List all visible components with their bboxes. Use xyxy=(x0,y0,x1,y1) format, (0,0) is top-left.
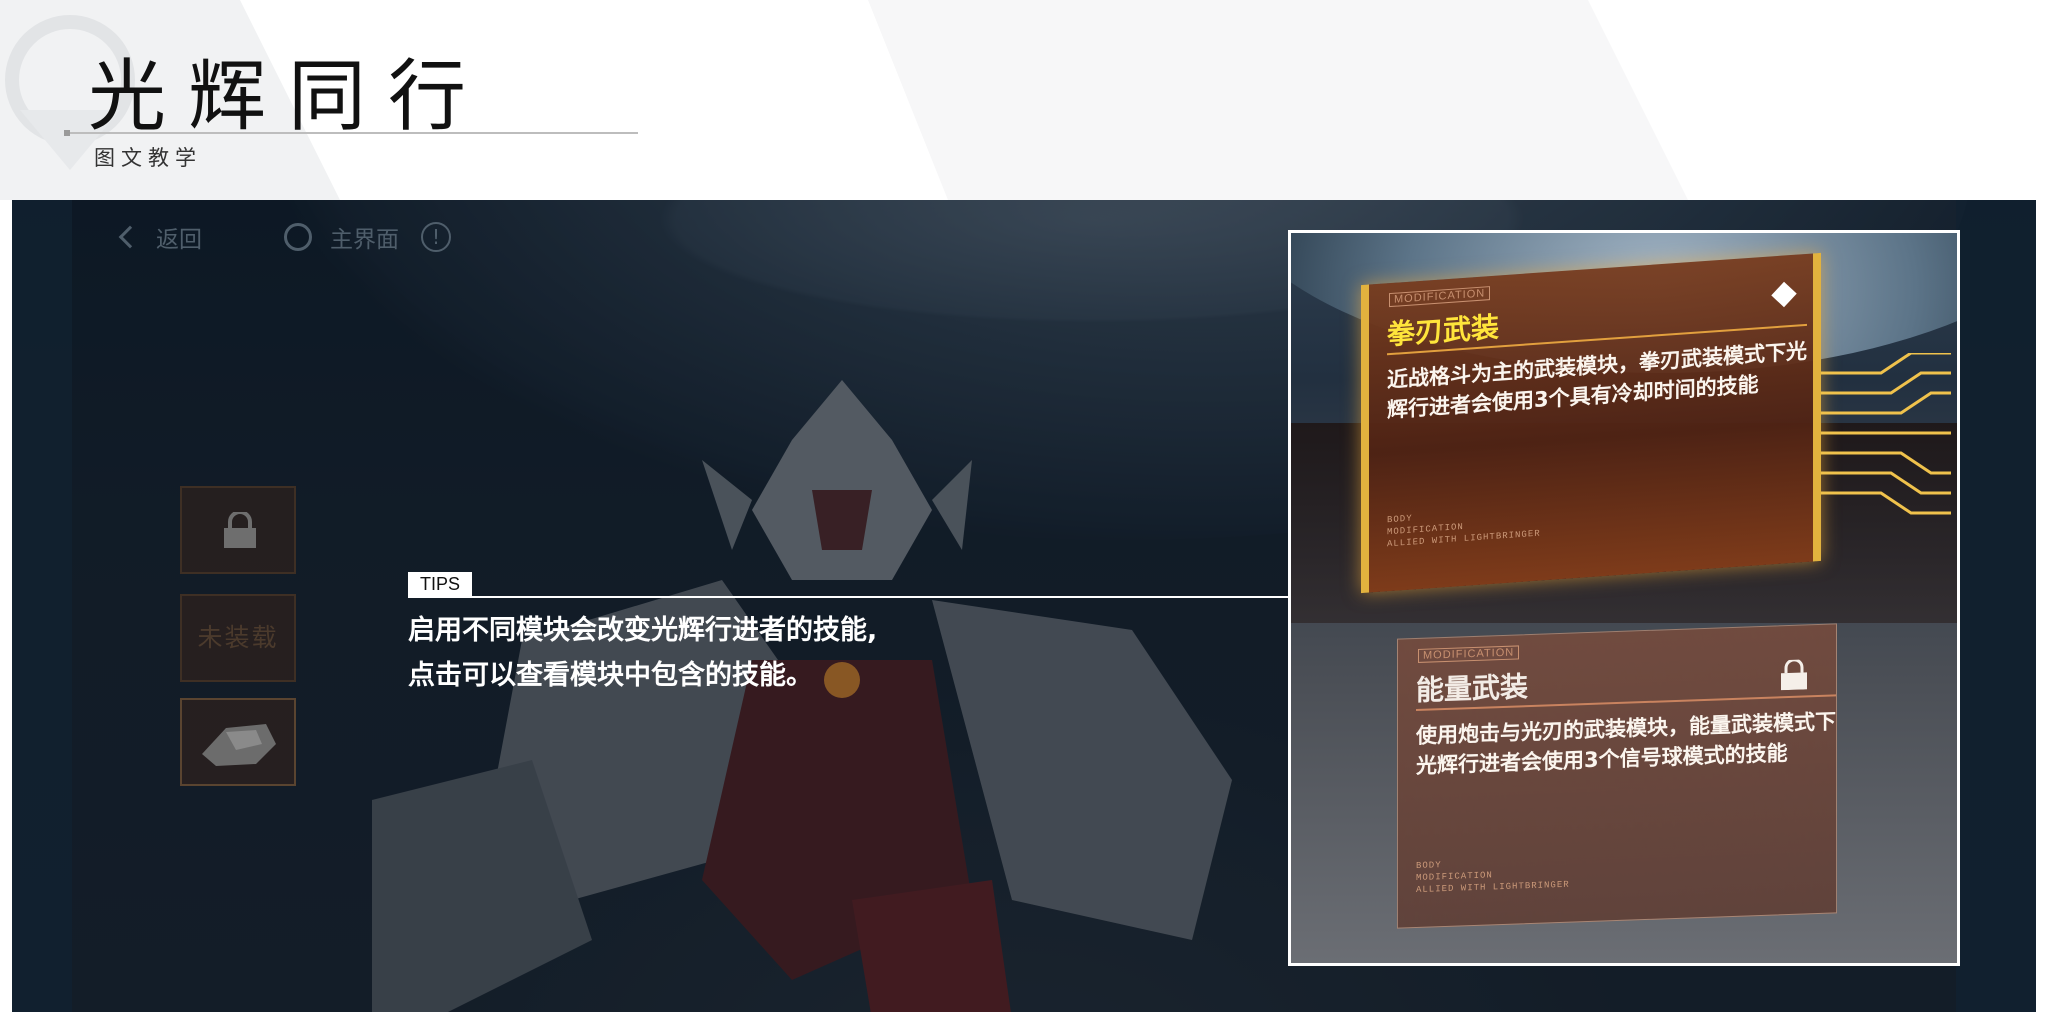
tips-line-2: 点击可以查看模块中包含的技能。 xyxy=(408,660,813,691)
tips-text: 启用不同模块会改变光辉行进者的技能, 点击可以查看模块中包含的技能。 xyxy=(408,608,877,698)
lock-icon xyxy=(1781,659,1807,691)
module-title: 能量武装 xyxy=(1416,670,1529,708)
home-button[interactable]: 主界面 xyxy=(284,220,399,254)
title-divider xyxy=(64,132,638,134)
back-button[interactable]: 返回 xyxy=(118,220,202,254)
module-card-energy[interactable]: MODIFICATION 能量武装 使用炮击与光刃的武装模块，能量武装模式下光辉… xyxy=(1397,623,1837,929)
home-circle-icon xyxy=(284,223,312,251)
module-fine-print-1: BODY xyxy=(1416,860,1442,872)
home-label: 主界面 xyxy=(330,227,399,253)
header-decoration-right xyxy=(868,0,1688,200)
page-title: 光辉同行 xyxy=(88,52,489,142)
highlight-frame: MODIFICATION 拳刃武装 近战格斗为主的武装模块，拳刃武装模式下光辉行… xyxy=(1288,230,1960,966)
circuit-lines xyxy=(1821,353,1951,515)
module-card-fist-blade[interactable]: MODIFICATION 拳刃武装 近战格斗为主的武装模块，拳刃武装模式下光辉行… xyxy=(1361,252,1821,594)
module-slot-equipped[interactable] xyxy=(180,698,296,786)
lock-icon xyxy=(224,512,256,548)
module-slot-empty[interactable]: 未装载 xyxy=(180,594,296,682)
right-edge-shade xyxy=(1956,200,2036,1012)
module-tag: MODIFICATION xyxy=(1389,286,1491,308)
module-slot-locked[interactable] xyxy=(180,486,296,574)
tips-tag: TIPS xyxy=(408,572,473,597)
diamond-icon xyxy=(1771,281,1797,308)
info-icon[interactable]: ! xyxy=(421,222,451,252)
slot-empty-label: 未装载 xyxy=(197,623,279,652)
module-thumbnail-icon xyxy=(202,724,276,766)
game-topbar: 返回 主界面 ! xyxy=(118,220,451,254)
tips-line-1: 启用不同模块会改变光辉行进者的技能, xyxy=(408,615,878,646)
game-screenshot: 返回 主界面 ! 未装载 TIPS 启用不同模块会改变光辉行进者的技能, 点击可… xyxy=(12,200,2036,1012)
title-divider-marker xyxy=(64,130,70,136)
module-description: 使用炮击与光刃的武装模块，能量武装模式下光辉行进者会使用3个信号球模式的技能 xyxy=(1416,709,1836,779)
tips-underline xyxy=(408,596,1300,598)
chevron-left-icon xyxy=(118,225,142,249)
left-edge-shade xyxy=(12,200,72,1012)
module-fine-print-1: BODY xyxy=(1387,513,1413,526)
page-subtitle: 图文教学 xyxy=(94,146,202,170)
tutorial-page: 光辉同行 图文教学 返回 主界面 ! 未装载 TIPS 启用不同模块会改变光辉行… xyxy=(0,0,2048,1024)
module-tag: MODIFICATION xyxy=(1418,645,1520,663)
back-label: 返回 xyxy=(156,227,202,253)
module-fine-print-2: MODIFICATION xyxy=(1416,870,1493,884)
